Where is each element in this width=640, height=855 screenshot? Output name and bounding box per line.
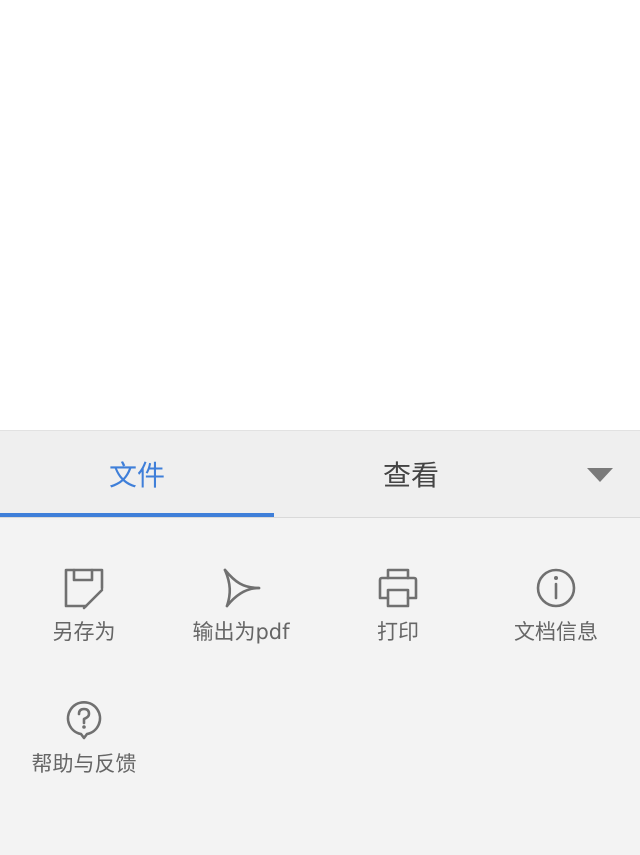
document-info-label: 文档信息	[514, 620, 598, 644]
export-pdf-button[interactable]: 输出为pdf	[161, 518, 321, 644]
help-feedback-label: 帮助与反馈	[31, 752, 137, 776]
printer-icon	[374, 566, 422, 610]
triangle-down-icon	[587, 468, 613, 482]
save-as-button[interactable]: 另存为	[4, 518, 164, 644]
bottom-menu-panel: 文件 查看 另存为 输出为pdf 打印 文档信息 帮助与反馈	[0, 430, 640, 855]
print-label: 打印	[377, 620, 419, 644]
tab-file[interactable]: 文件	[0, 431, 274, 517]
save-as-icon	[60, 566, 108, 610]
info-icon	[532, 566, 580, 610]
tab-view[interactable]: 查看	[274, 431, 548, 517]
document-view[interactable]	[0, 0, 640, 430]
tab-view-label: 查看	[382, 459, 439, 492]
export-pdf-icon	[217, 566, 265, 610]
tab-bar: 文件 查看	[0, 431, 640, 518]
collapse-panel-button[interactable]	[580, 455, 620, 495]
save-as-label: 另存为	[52, 620, 116, 644]
print-button[interactable]: 打印	[318, 518, 478, 644]
help-feedback-button[interactable]: 帮助与反馈	[4, 650, 164, 776]
tab-file-label: 文件	[108, 459, 165, 492]
document-info-button[interactable]: 文档信息	[476, 518, 636, 644]
export-pdf-label: 输出为pdf	[192, 620, 290, 644]
help-feedback-icon	[60, 698, 108, 742]
active-tab-indicator	[0, 513, 274, 517]
